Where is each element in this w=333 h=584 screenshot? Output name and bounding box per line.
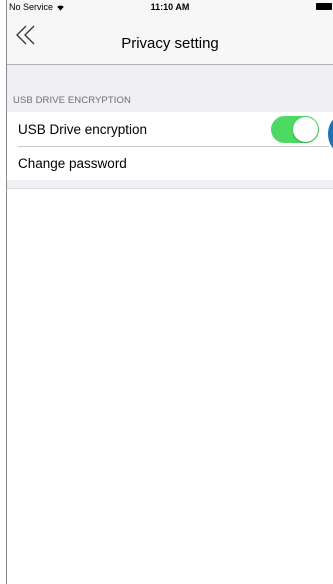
double-chevron-left-icon bbox=[16, 25, 35, 45]
usb-drive-encryption-row: USB Drive encryption bbox=[7, 112, 333, 146]
list-bottom-divider bbox=[7, 188, 333, 189]
back-button[interactable] bbox=[11, 18, 47, 54]
change-password-label: Change password bbox=[18, 155, 127, 171]
usb-drive-encryption-toggle[interactable] bbox=[271, 116, 319, 143]
empty-content-area bbox=[7, 189, 333, 584]
change-password-row[interactable]: Change password bbox=[7, 146, 333, 180]
settings-list: USB Drive encryption Change password bbox=[7, 112, 333, 180]
navigation-bar: Privacy setting bbox=[7, 14, 333, 65]
usb-drive-encryption-label: USB Drive encryption bbox=[18, 121, 148, 137]
toggle-knob bbox=[293, 117, 318, 142]
status-time: 11:10 AM bbox=[150, 2, 190, 12]
section-header: USB DRIVE ENCRYPTION bbox=[13, 95, 131, 106]
page-title: Privacy setting bbox=[121, 35, 219, 52]
phone-screen: No Service 11:10 AM Privacy setting USB … bbox=[6, 0, 333, 584]
battery-icon bbox=[316, 3, 332, 10]
status-bar: No Service 11:10 AM bbox=[7, 0, 333, 14]
